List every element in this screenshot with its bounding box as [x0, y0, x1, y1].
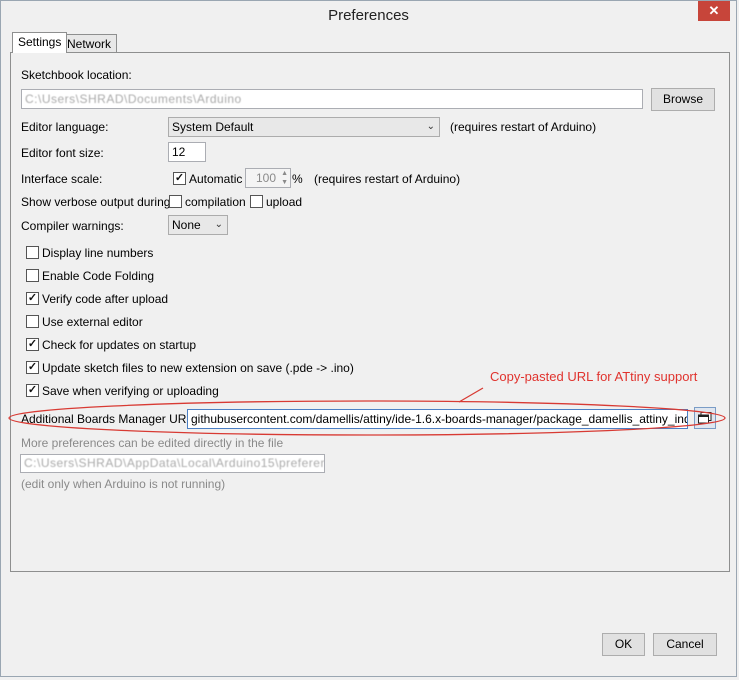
- ok-button[interactable]: OK: [602, 633, 645, 656]
- tab-settings[interactable]: Settings: [12, 32, 68, 53]
- annotation-leader-line: [458, 387, 484, 403]
- cancel-button[interactable]: Cancel: [653, 633, 717, 656]
- annotation-overlay: [8, 387, 726, 436]
- annotation-ellipse: [8, 400, 726, 436]
- preferences-window: Preferences ✕ Settings Network Sketchboo…: [0, 0, 737, 677]
